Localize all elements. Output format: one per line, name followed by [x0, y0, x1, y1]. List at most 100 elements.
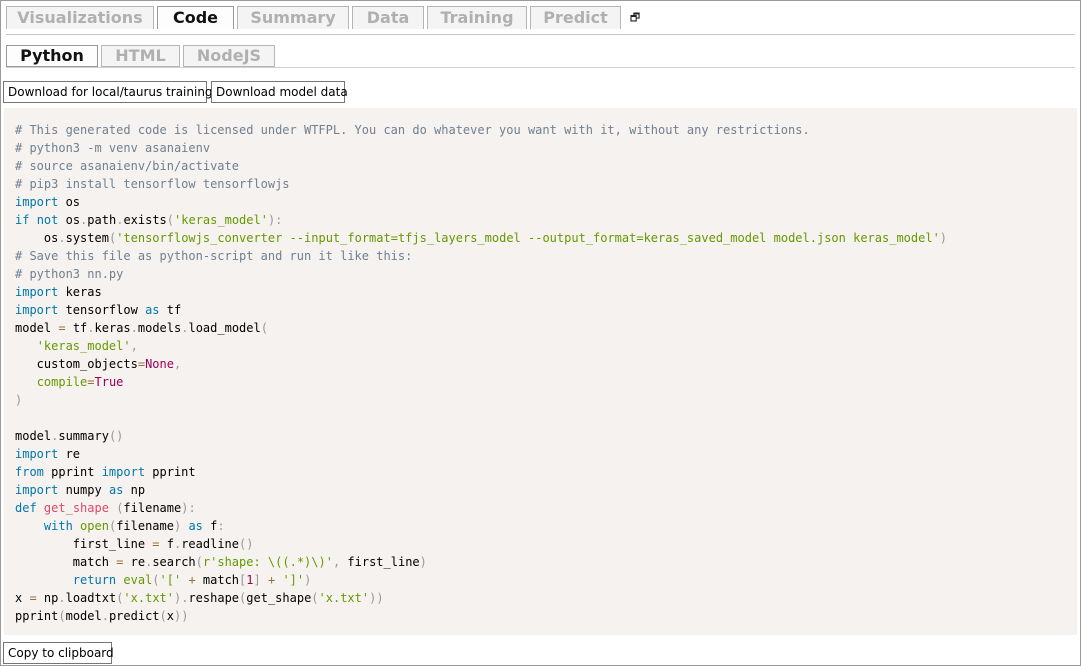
tab-python[interactable]: Python: [6, 45, 98, 67]
code-token: .: [58, 231, 66, 245]
code-token: +: [188, 573, 196, 587]
code-line: def get_shape (filename):: [15, 499, 1077, 517]
code-token: ,: [173, 357, 182, 371]
language-tab-bar: Python HTML NodeJS: [6, 45, 278, 67]
code-token: ):: [181, 501, 196, 515]
code-token: # python3 -m venv asanaienv: [15, 141, 211, 155]
download-model-data-button[interactable]: Download model data: [211, 81, 348, 103]
code-token: ): [419, 555, 427, 569]
code-token: ,: [130, 339, 138, 353]
code-token: model: [65, 609, 102, 623]
code-token: keras: [58, 285, 102, 299]
code-token: os: [58, 195, 81, 209]
tab-training[interactable]: Training: [427, 6, 527, 29]
code-token: ]: [253, 573, 261, 587]
code-token: filename: [123, 501, 182, 515]
code-token: as: [108, 483, 124, 497]
code-token: =: [29, 591, 37, 605]
code-token: get_shape: [43, 501, 109, 515]
code-line: with open(filename) as f:: [15, 517, 1077, 535]
tab-predict[interactable]: Predict: [530, 6, 621, 29]
code-token: tensorflow: [58, 303, 146, 317]
code-line: import numpy as np: [15, 481, 1077, 499]
code-line: # pip3 install tensorflow tensorflowjs: [15, 175, 1077, 193]
code-token: # pip3 install tensorflow tensorflowjs: [15, 177, 290, 191]
code-token: x: [166, 609, 174, 623]
code-token: (: [260, 321, 268, 335]
code-token: import: [15, 285, 59, 299]
code-line: import os: [15, 193, 1077, 211]
code-token: re: [123, 555, 146, 569]
code-token: :: [217, 519, 225, 533]
code-token: f: [159, 537, 174, 551]
code-token: .: [101, 609, 109, 623]
code-token: model: [15, 321, 59, 335]
code-token: (: [58, 609, 66, 623]
code-line: match = re.search(r'shape: \((.*)\)', fi…: [15, 553, 1077, 571]
code-token: .: [130, 321, 138, 335]
code-line: model.summary(): [15, 427, 1077, 445]
main-tab-bar: Visualizations Code Summary Data Trainin…: [6, 6, 642, 29]
tab-code[interactable]: Code: [157, 6, 234, 29]
code-token: as: [188, 519, 203, 533]
tab-summary[interactable]: Summary: [237, 6, 349, 29]
code-token: 1: [246, 573, 254, 587]
code-line: ): [15, 391, 1077, 409]
tab-data[interactable]: Data: [352, 6, 424, 29]
code-token: ): [939, 231, 948, 245]
code-token: import: [15, 483, 59, 497]
code-token: .: [58, 591, 66, 605]
tab-bar-divider: [6, 34, 1075, 35]
tab-html[interactable]: HTML: [101, 45, 180, 67]
code-token: import: [101, 465, 146, 479]
code-token: from: [15, 465, 44, 479]
code-line: import keras: [15, 283, 1077, 301]
code-token: # source asanaienv/bin/activate: [15, 159, 239, 173]
code-line: # python3 -m venv asanaienv: [15, 139, 1077, 157]
code-line: from pprint import pprint: [15, 463, 1077, 481]
code-line: 'keras_model',: [15, 337, 1077, 355]
code-token: 'x.txt': [123, 591, 174, 605]
code-line: import re: [15, 445, 1077, 463]
code-token: 'x.txt': [318, 591, 370, 605]
code-token: with: [43, 519, 73, 533]
code-token: def: [15, 501, 37, 515]
code-token: import: [15, 195, 59, 209]
code-token: (: [195, 555, 203, 569]
restore-window-icon[interactable]: 🗗: [628, 11, 642, 25]
code-token: model: [15, 429, 52, 443]
code-token: 'tensorflowjs_converter --input_format=t…: [116, 231, 940, 245]
code-token: match: [195, 573, 240, 587]
code-token: os: [15, 231, 59, 245]
code-line: x = np.loadtxt('x.txt').reshape(get_shap…: [15, 589, 1077, 607]
code-token: pprint: [145, 465, 196, 479]
code-token: )): [174, 609, 189, 623]
code-token: not: [36, 213, 59, 227]
code-token: models: [137, 321, 182, 335]
tab-visualizations[interactable]: Visualizations: [6, 6, 154, 29]
code-line: # python3 nn.py: [15, 265, 1077, 283]
code-token: tf: [65, 321, 88, 335]
code-line: # This generated code is licensed under …: [15, 121, 1077, 139]
code-token: numpy: [58, 483, 109, 497]
code-token: =: [137, 357, 146, 371]
code-block: # This generated code is licensed under …: [4, 108, 1077, 635]
download-local-training-button[interactable]: Download for local/taurus training: [3, 81, 213, 103]
code-token: np: [123, 483, 146, 497]
code-line: model = tf.keras.models.load_model(: [15, 319, 1077, 337]
code-token: predict: [108, 609, 160, 623]
code-token: open: [80, 519, 109, 533]
code-token: compile: [36, 375, 88, 389]
copy-to-clipboard-button[interactable]: Copy to clipboard: [3, 642, 114, 664]
tab-nodejs[interactable]: NodeJS: [183, 45, 275, 67]
language-tab-divider: [6, 67, 1075, 68]
code-token: tf: [159, 303, 182, 317]
code-token: as: [145, 303, 160, 317]
code-token: )): [369, 591, 384, 605]
code-token: loadtxt: [65, 591, 117, 605]
code-token: ']': [282, 573, 305, 587]
